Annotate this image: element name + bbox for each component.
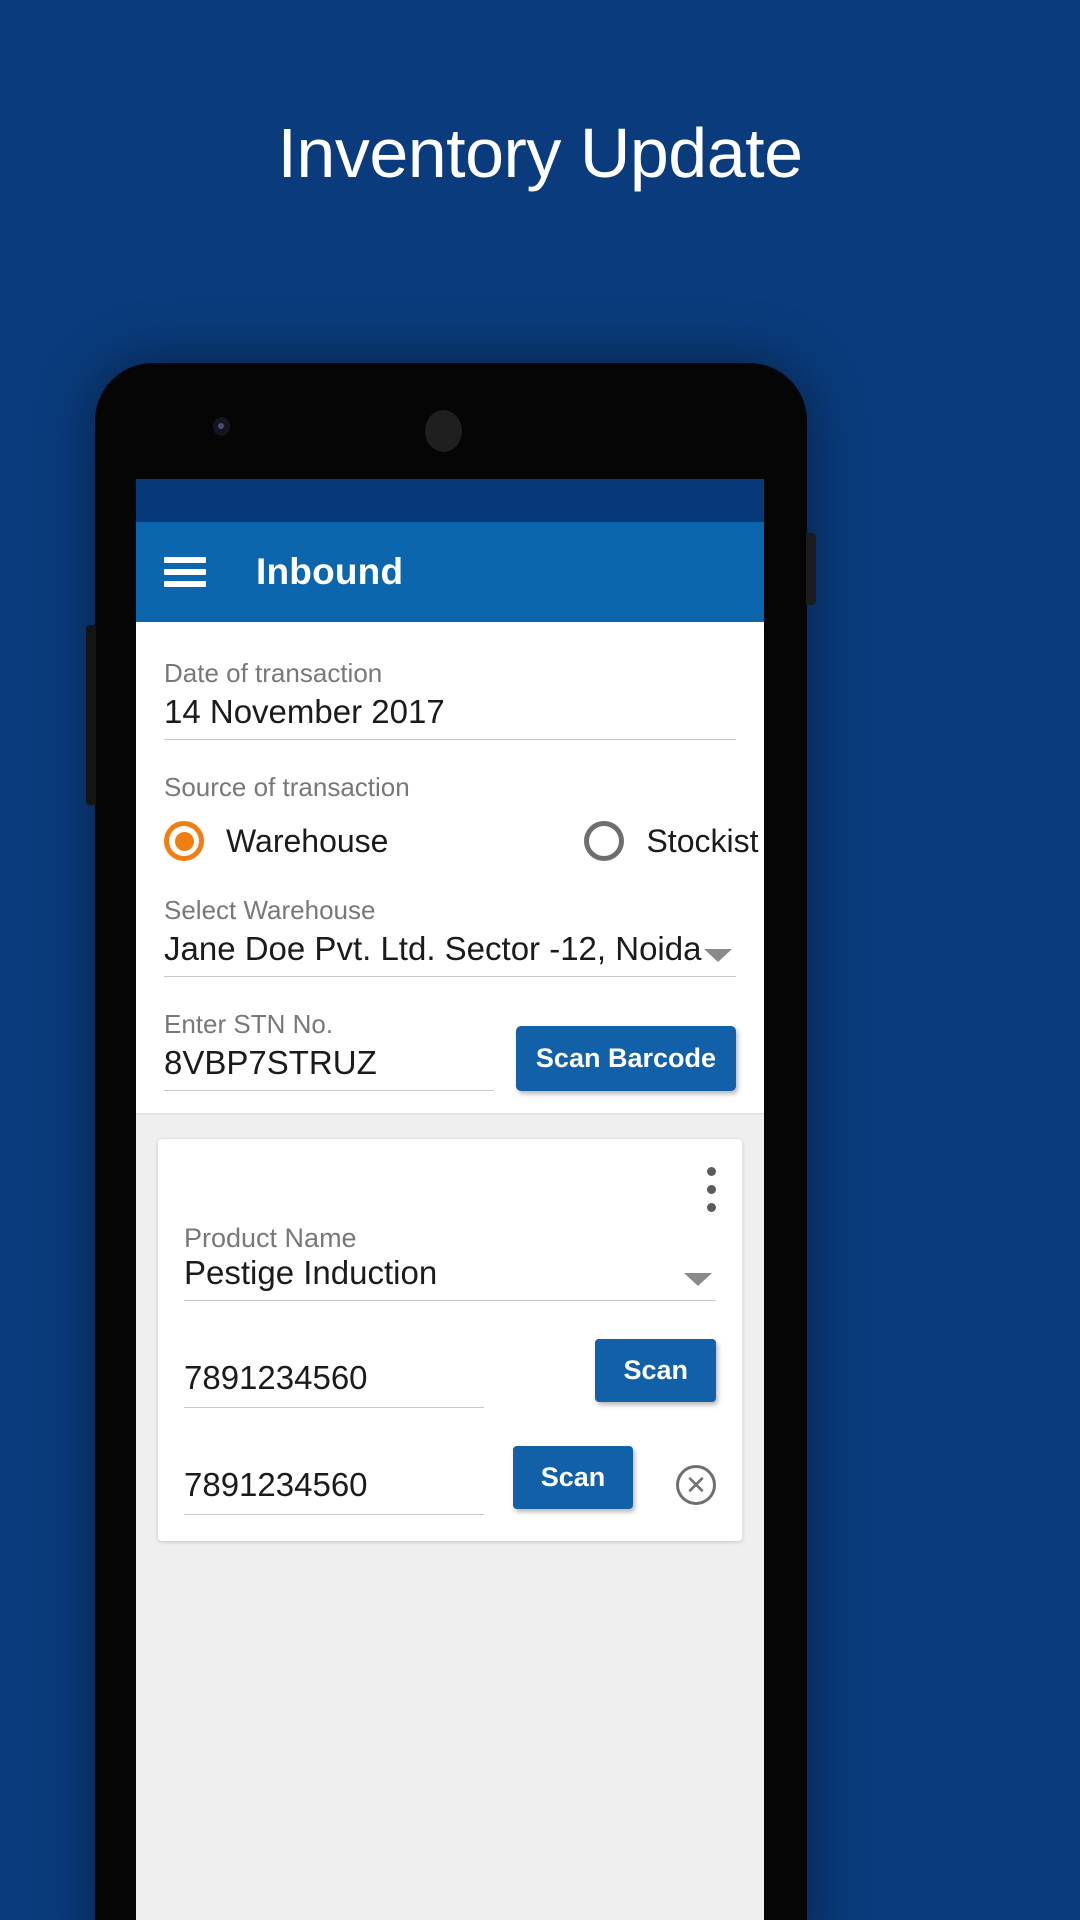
date-of-transaction-value: 14 November 2017 — [164, 693, 445, 730]
app-bar-title: Inbound — [256, 551, 404, 592]
barcode-field[interactable]: 7891234560 — [184, 1359, 484, 1408]
front-camera-icon — [425, 410, 462, 452]
field-underline — [184, 1514, 484, 1515]
source-radio-row: Warehouse Stockist — [164, 821, 758, 861]
hamburger-line — [164, 581, 206, 587]
radio-dot — [174, 831, 194, 851]
stn-row: Enter STN No. 8VBP7STRUZ Scan Barcode — [164, 1009, 736, 1091]
date-of-transaction-field[interactable]: Date of transaction 14 November 2017 — [164, 658, 736, 740]
field-underline — [164, 1090, 494, 1091]
radio-button-icon-warehouse[interactable] — [164, 821, 204, 861]
radio-option-stockist[interactable]: Stockist — [584, 821, 758, 861]
field-underline — [184, 1407, 484, 1408]
kebab-dot — [707, 1167, 716, 1176]
product-name-field[interactable]: Product Name Pestige Induction — [184, 1223, 716, 1301]
device-power-button — [806, 533, 816, 605]
close-circle-icon[interactable]: ✕ — [675, 1465, 716, 1505]
transaction-form: Date of transaction 14 November 2017 Sou… — [136, 622, 764, 1115]
scan-barcode-button[interactable]: Scan Barcode — [515, 1026, 736, 1091]
chevron-down-icon[interactable] — [704, 949, 732, 962]
select-warehouse-value: Jane Doe Pvt. Ltd. Sector -12, Noida — [164, 930, 702, 967]
scan-button[interactable]: Scan — [512, 1446, 634, 1509]
source-of-transaction-group: Source of transaction Warehouse Stockist — [164, 772, 758, 861]
date-of-transaction-label: Date of transaction — [164, 658, 383, 688]
radio-label-warehouse: Warehouse — [226, 822, 389, 859]
stn-label: Enter STN No. — [164, 1009, 334, 1039]
radio-option-warehouse[interactable]: Warehouse — [164, 821, 388, 861]
radio-button-icon-stockist[interactable] — [584, 821, 625, 861]
select-warehouse-field[interactable]: Select Warehouse Jane Doe Pvt. Ltd. Sect… — [164, 895, 736, 977]
hamburger-menu-icon[interactable] — [164, 557, 206, 587]
phone-device-mockup: Inbound Date of transaction 14 November … — [86, 363, 816, 1920]
barcode-input[interactable]: 7891234560 — [184, 1466, 484, 1514]
product-card: Product Name Pestige Induction 789123456… — [158, 1139, 742, 1541]
radio-label-stockist: Stockist — [646, 822, 759, 859]
hamburger-line — [164, 569, 206, 575]
page-title: Inventory Update — [277, 114, 803, 192]
kebab-dot — [707, 1203, 716, 1212]
phone-screen: Inbound Date of transaction 14 November … — [136, 479, 764, 1920]
app-bar: Inbound — [136, 522, 764, 622]
barcode-input[interactable]: 7891234560 — [184, 1359, 484, 1407]
barcode-row: 7891234560 Scan ✕ — [184, 1446, 716, 1515]
device-volume-button — [86, 625, 96, 805]
field-underline — [164, 739, 736, 740]
product-name-label: Product Name — [184, 1223, 357, 1253]
proximity-sensor-icon — [213, 417, 230, 436]
stn-field[interactable]: Enter STN No. 8VBP7STRUZ — [164, 1009, 494, 1091]
kebab-dot — [707, 1185, 716, 1194]
barcode-row: 7891234560 Scan — [184, 1339, 716, 1408]
scan-button[interactable]: Scan — [595, 1339, 716, 1402]
field-underline — [184, 1300, 716, 1301]
chevron-down-icon[interactable] — [684, 1273, 712, 1286]
select-warehouse-label: Select Warehouse — [164, 895, 376, 925]
source-of-transaction-label: Source of transaction — [164, 772, 410, 802]
barcode-field[interactable]: 7891234560 — [184, 1466, 484, 1515]
stn-input[interactable]: 8VBP7STRUZ — [164, 1044, 494, 1090]
product-name-dropdown[interactable]: Pestige Induction — [184, 1254, 716, 1300]
more-vertical-icon[interactable] — [707, 1167, 716, 1212]
product-list-area: Product Name Pestige Induction 789123456… — [136, 1115, 764, 1920]
select-warehouse-dropdown[interactable]: Jane Doe Pvt. Ltd. Sector -12, Noida — [164, 930, 736, 976]
status-bar — [136, 479, 764, 522]
field-underline — [164, 976, 736, 977]
hamburger-line — [164, 557, 206, 563]
product-name-value: Pestige Induction — [184, 1254, 438, 1291]
